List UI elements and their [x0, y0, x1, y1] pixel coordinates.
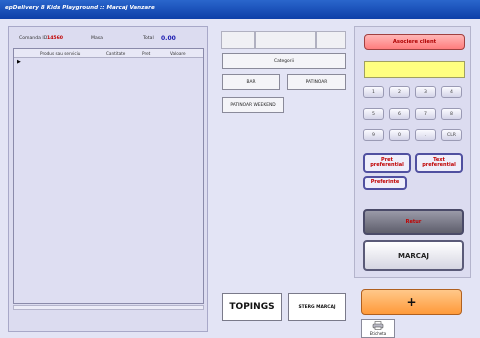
key-7[interactable]: 7: [415, 108, 436, 120]
row-pointer-icon: ▶: [17, 59, 21, 65]
pret-preferential-button[interactable]: Pret preferential: [363, 153, 411, 173]
column-price[interactable]: Pret: [142, 51, 150, 56]
key-dot[interactable]: .: [415, 129, 436, 141]
key-4[interactable]: 4: [441, 86, 462, 98]
order-items-grid[interactable]: Produs sau serviciu Cantitate Pret Valoa…: [13, 48, 204, 304]
total-value: 0.00: [161, 35, 176, 42]
categories-button[interactable]: Categorii: [222, 53, 346, 69]
preferinte-button[interactable]: Preferinte: [363, 176, 407, 190]
key-5[interactable]: 5: [363, 108, 384, 120]
client-display: [364, 61, 465, 78]
retur-button[interactable]: Retur: [363, 209, 464, 235]
asociere-client-button[interactable]: Asociere client: [364, 34, 465, 50]
key-2[interactable]: 2: [389, 86, 410, 98]
column-value[interactable]: Valoare: [170, 51, 186, 56]
marcaj-button[interactable]: MARCAJ: [363, 240, 464, 271]
table-label: Masa: [91, 36, 103, 41]
order-panel: Comanda ID 14560 Masa Total 0.00 Produs …: [8, 26, 208, 332]
sterg-marcaj-button[interactable]: STERG MARCAJ: [288, 293, 346, 321]
empty-slot-1[interactable]: [221, 31, 255, 49]
window-title: epDelivery 8 Kids Playground :: Marcaj V…: [0, 0, 480, 19]
topings-button[interactable]: TOPINGS: [222, 293, 282, 321]
key-3[interactable]: 3: [415, 86, 436, 98]
product-patinoar-weekend-button[interactable]: PATINOAR WEEKEND: [222, 97, 284, 113]
key-8[interactable]: 8: [441, 108, 462, 120]
order-id-value: 14560: [47, 36, 63, 41]
key-9[interactable]: 9: [363, 129, 384, 141]
text-preferential-button[interactable]: Text preferential: [415, 153, 463, 173]
product-bar-button[interactable]: BAR: [222, 74, 280, 90]
key-0[interactable]: 0: [389, 129, 410, 141]
add-button[interactable]: +: [361, 289, 462, 315]
empty-slot-2[interactable]: [255, 31, 316, 49]
grid-header: Produs sau serviciu Cantitate Pret Valoa…: [14, 49, 203, 58]
eticheta-label: Eticheta: [369, 331, 387, 336]
key-6[interactable]: 6: [389, 108, 410, 120]
column-quantity[interactable]: Cantitate: [106, 51, 125, 56]
eticheta-button[interactable]: Eticheta: [361, 319, 395, 338]
key-clear[interactable]: CLR: [441, 129, 462, 141]
key-1[interactable]: 1: [363, 86, 384, 98]
empty-slot-3[interactable]: [316, 31, 346, 49]
total-label: Total: [143, 36, 154, 41]
printer-icon: [372, 321, 384, 330]
column-product[interactable]: Produs sau serviciu: [40, 51, 80, 56]
grid-horizontal-scrollbar[interactable]: [13, 305, 204, 310]
product-patinoar-button[interactable]: PATINOAR: [287, 74, 346, 90]
order-id-label: Comanda ID: [19, 36, 48, 41]
